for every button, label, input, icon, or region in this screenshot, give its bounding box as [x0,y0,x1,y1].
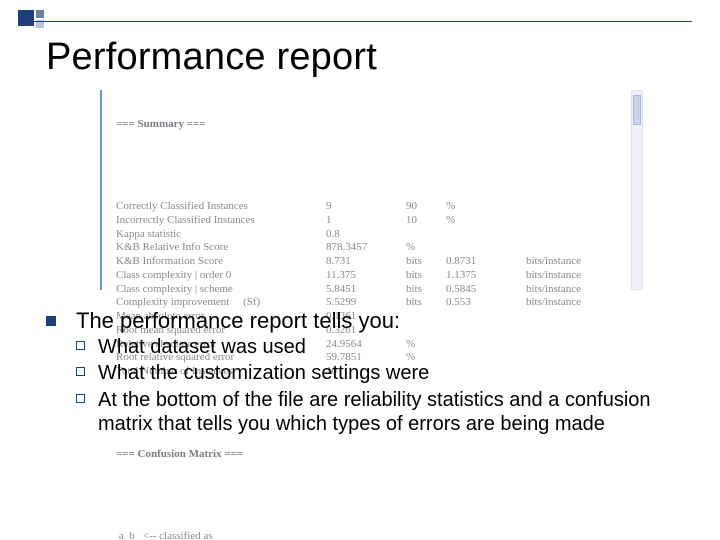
summary-row: Kappa statistic0.8 [116,228,640,242]
summary-value-3: 0.8731 [446,255,526,269]
summary-value-2: % [406,241,446,255]
summary-value-1: 878.3457 [326,241,406,255]
summary-value-1: 9 [326,200,406,214]
slide: Performance report === Summary === Corre… [0,0,720,540]
slide-body: The performance report tells you: What d… [46,308,680,438]
summary-label: Class complexity | order 0 [116,269,326,283]
summary-label: K&B Relative Info Score [116,241,326,255]
scrollbar-thumb[interactable] [633,95,641,125]
summary-label: Kappa statistic [116,228,326,242]
summary-row: Class complexity | scheme5.8451bits0.584… [116,283,640,297]
summary-value-3: % [446,200,526,214]
summary-row: Class complexity | order 011.375bits1.13… [116,269,640,283]
summary-value-1: 5.8451 [326,283,406,297]
sub-bullet-list: What dataset was used What the customizat… [76,335,680,437]
summary-value-1: 0.8 [326,228,406,242]
summary-blank-line [116,159,640,173]
summary-value-4: bits/instance [526,255,581,269]
summary-row: K&B Information Score8.731bits0.8731bits… [116,255,640,269]
summary-value-2: bits [406,269,446,283]
bullet-lvl2-text: At the bottom of the file are reliabilit… [98,389,651,435]
confusion-line: a b <-- classified as [116,530,640,540]
summary-value-2: bits [406,283,446,297]
bullet-lead-text: The performance report tells you: [76,308,400,333]
confusion-blank-line [116,489,640,503]
summary-value-3: 1.1375 [446,269,526,283]
summary-label: Incorrectly Classified Instances [116,214,326,228]
bullet-lvl2: What the customization settings were [76,361,680,385]
summary-value-2: bits [406,255,446,269]
summary-value-2 [406,228,446,242]
bullet-lvl2-text: What dataset was used [98,336,306,358]
summary-value-4: bits/instance [526,283,581,297]
confusion-header: === Confusion Matrix === [116,448,640,462]
confusion-lines: a b <-- classified as 5 0 | a = question… [116,530,640,540]
ornament-square-dark [18,10,34,26]
summary-row: Incorrectly Classified Instances110% [116,214,640,228]
bullet-lvl1: The performance report tells you: What d… [46,308,680,436]
summary-value-1: 1 [326,214,406,228]
summary-value-3: 0.5845 [446,283,526,297]
summary-value-3: % [446,214,526,228]
bullet-lvl2: What dataset was used [76,335,680,359]
summary-value-1: 8.731 [326,255,406,269]
slide-title: Performance report [46,36,377,79]
horizontal-rule [32,21,692,22]
summary-header: === Summary === [116,118,640,132]
report-preview: === Summary === Correctly Classified Ins… [100,90,640,290]
summary-value-3 [446,241,526,255]
summary-label: Class complexity | scheme [116,283,326,297]
summary-row: K&B Relative Info Score878.3457% [116,241,640,255]
bullet-lvl2-text: What the customization settings were [98,362,429,384]
summary-value-3 [446,228,526,242]
bullet-lvl2: At the bottom of the file are reliabilit… [76,388,680,437]
summary-value-2: 90 [406,200,446,214]
summary-value-4: bits/instance [526,269,581,283]
summary-value-2: 10 [406,214,446,228]
ornament-square-mid [36,10,44,18]
summary-label: K&B Information Score [116,255,326,269]
summary-label: Correctly Classified Instances [116,200,326,214]
summary-value-1: 11.375 [326,269,406,283]
summary-row: Correctly Classified Instances990% [116,200,640,214]
report-scrollbar[interactable] [631,90,643,290]
